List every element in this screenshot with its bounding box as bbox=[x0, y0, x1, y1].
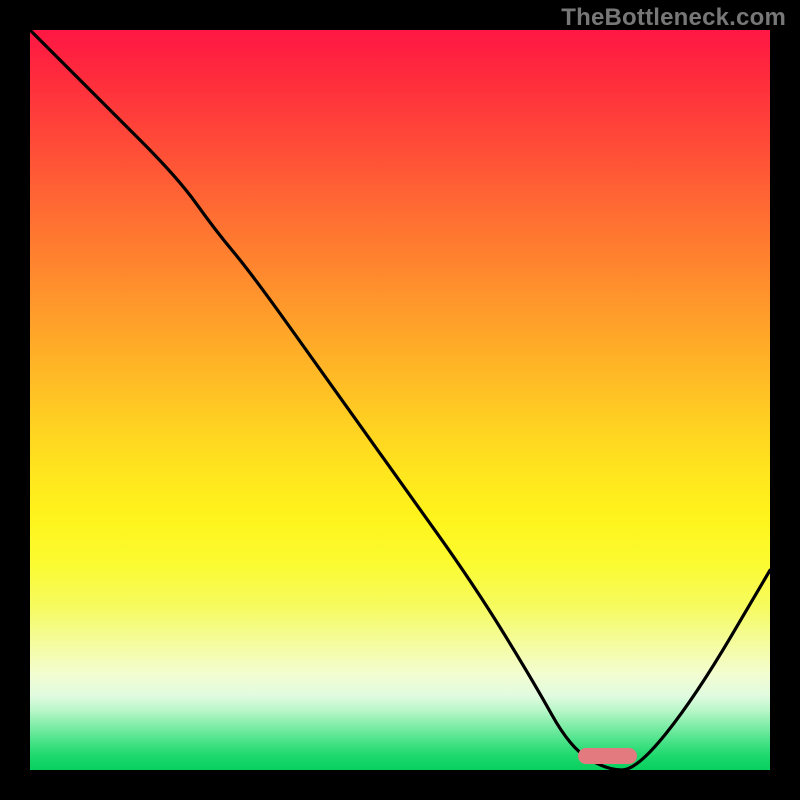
curve-path bbox=[30, 30, 770, 770]
chart-frame: TheBottleneck.com bbox=[0, 0, 800, 800]
optimal-marker bbox=[578, 748, 637, 764]
watermark-text: TheBottleneck.com bbox=[561, 4, 786, 32]
bottleneck-curve bbox=[30, 30, 770, 770]
plot-area bbox=[30, 30, 770, 770]
